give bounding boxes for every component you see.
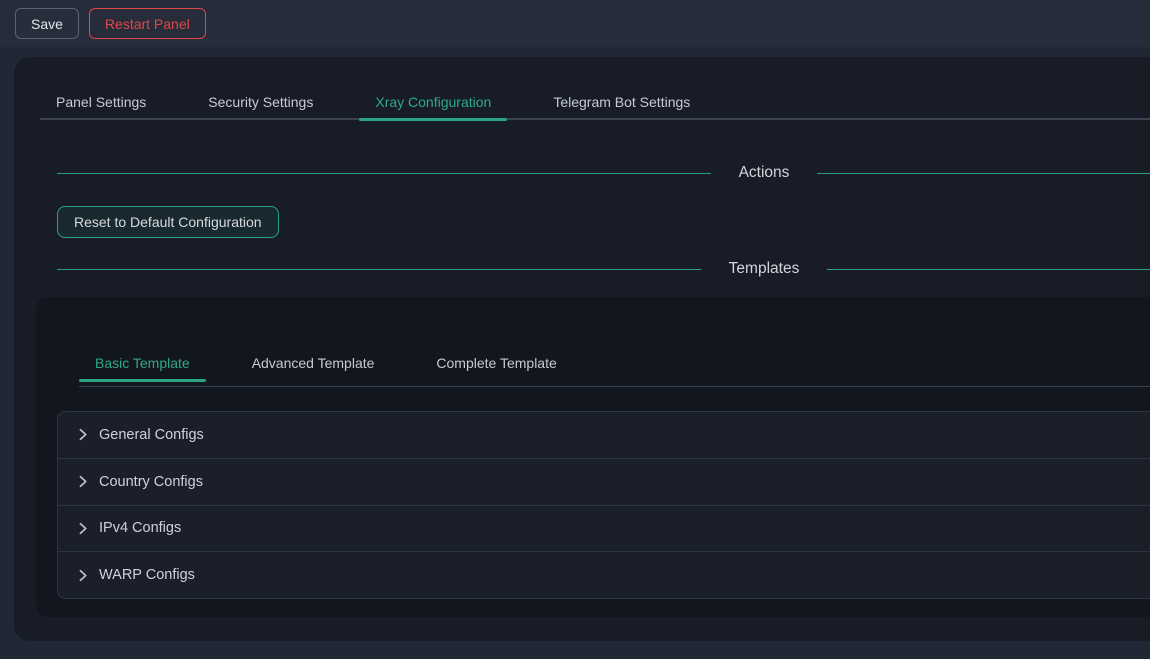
- actions-divider-title: Actions: [739, 164, 790, 182]
- accordion-header-country-configs[interactable]: Country Configs: [58, 458, 1150, 505]
- tab-complete-template[interactable]: Complete Template: [420, 345, 572, 380]
- settings-tab-bar: Panel Settings Security Settings Xray Co…: [40, 84, 736, 119]
- accordion-header-warp-configs[interactable]: WARP Configs: [58, 551, 1150, 598]
- tab-advanced-template[interactable]: Advanced Template: [236, 345, 391, 380]
- chevron-right-icon: [76, 475, 89, 488]
- tab-panel-settings[interactable]: Panel Settings: [40, 84, 162, 119]
- top-toolbar: Save Restart Panel: [0, 0, 1150, 47]
- accordion-header-label: Country Configs: [99, 474, 203, 490]
- configs-accordion: General Configs Country Configs IPv4 Con…: [57, 411, 1150, 599]
- templates-divider: Templates: [57, 259, 1150, 279]
- template-tab-bar: Basic Template Advanced Template Complet…: [79, 345, 603, 380]
- tab-security-settings[interactable]: Security Settings: [192, 84, 329, 119]
- settings-card: Panel Settings Security Settings Xray Co…: [14, 57, 1150, 641]
- templates-card: Basic Template Advanced Template Complet…: [36, 297, 1150, 617]
- chevron-right-icon: [76, 428, 89, 441]
- restart-panel-button[interactable]: Restart Panel: [89, 8, 206, 39]
- save-button[interactable]: Save: [15, 8, 79, 39]
- tab-telegram-bot-settings[interactable]: Telegram Bot Settings: [537, 84, 706, 119]
- accordion-header-label: General Configs: [99, 427, 204, 443]
- chevron-right-icon: [76, 569, 89, 582]
- template-tabs-baseline: [79, 386, 1150, 387]
- accordion-header-general-configs[interactable]: General Configs: [58, 412, 1150, 458]
- accordion-header-label: IPv4 Configs: [99, 520, 181, 536]
- actions-divider: Actions: [57, 163, 1150, 183]
- accordion-header-label: WARP Configs: [99, 567, 195, 583]
- divider-line: [817, 173, 1150, 174]
- divider-line: [57, 173, 711, 174]
- templates-divider-title: Templates: [729, 260, 800, 278]
- tab-basic-template[interactable]: Basic Template: [79, 345, 206, 380]
- divider-line: [57, 269, 701, 270]
- reset-default-configuration-button[interactable]: Reset to Default Configuration: [57, 206, 279, 238]
- accordion-header-ipv4-configs[interactable]: IPv4 Configs: [58, 505, 1150, 552]
- tab-xray-configuration[interactable]: Xray Configuration: [359, 84, 507, 119]
- chevron-right-icon: [76, 522, 89, 535]
- divider-line: [827, 269, 1150, 270]
